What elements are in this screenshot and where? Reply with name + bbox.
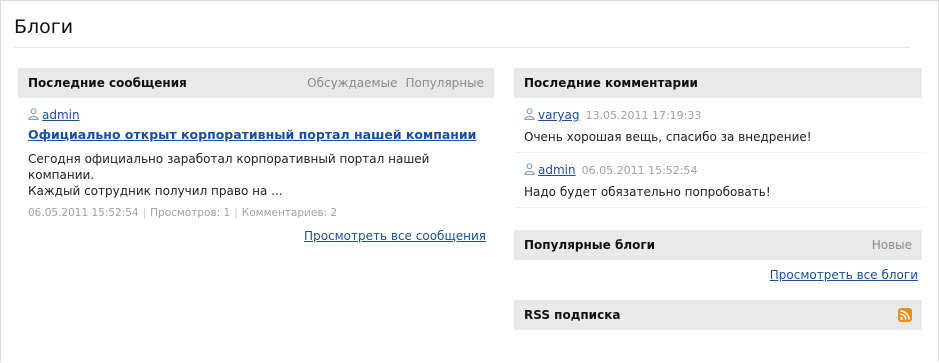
- right-column: Последние комментарии varyag 13.05.2011 1…: [514, 68, 922, 330]
- view-all-blogs-link[interactable]: Просмотреть все блоги: [770, 268, 918, 282]
- rss-heading: RSS подписка: [524, 308, 621, 322]
- user-icon: [524, 163, 535, 175]
- comment-author-link[interactable]: admin: [538, 163, 576, 177]
- tab-discussed[interactable]: Обсуждаемые: [307, 76, 397, 90]
- comment-date: 06.05.2011 15:52:54: [581, 164, 698, 177]
- latest-posts-header: Последние сообщения Обсуждаемые Популярн…: [18, 68, 494, 98]
- post-item: admin Официально открыт корпоративный по…: [18, 98, 494, 243]
- popular-blogs-tabs: Новые: [872, 238, 912, 252]
- post-title-link[interactable]: Официально открыт корпоративный портал н…: [28, 127, 486, 143]
- tab-new[interactable]: Новые: [872, 238, 912, 252]
- latest-posts-heading: Последние сообщения: [28, 76, 187, 90]
- page-title: Блоги: [14, 16, 74, 38]
- rss-icon[interactable]: [898, 308, 912, 322]
- latest-comments-heading: Последние комментарии: [524, 76, 698, 90]
- view-all-posts-row: Просмотреть все сообщения: [28, 229, 486, 243]
- comment-author-line: admin 06.05.2011 15:52:54: [524, 163, 912, 177]
- post-author-link[interactable]: admin: [42, 108, 80, 122]
- post-excerpt-line: Сегодня официально заработал корпоративн…: [28, 152, 430, 182]
- post-date: 06.05.2011 15:52:54: [28, 207, 139, 219]
- view-all-blogs-row: Просмотреть все блоги: [514, 268, 922, 282]
- tab-popular[interactable]: Популярные: [405, 76, 484, 90]
- comment-text: Надо будет обязательно попробовать!: [524, 185, 771, 199]
- post-meta: 06.05.2011 15:52:54 | Просмотров: 1 | Коммен…: [28, 207, 338, 219]
- comment-item: admin 06.05.2011 15:52:54 Надо будет обяз…: [514, 153, 922, 208]
- post-comments-count: Комментариев: 2: [241, 207, 338, 219]
- post-author-line: admin: [28, 108, 486, 122]
- comment-text: Очень хорошая вещь, спасибо за внедрение…: [524, 130, 812, 144]
- view-all-posts-link[interactable]: Просмотреть все сообщения: [304, 229, 486, 243]
- popular-blogs-heading: Популярные блоги: [524, 238, 656, 252]
- comment-date: 13.05.2011 17:19:33: [585, 109, 702, 122]
- post-excerpt-line: Каждый сотрудник получил право на ...: [28, 184, 283, 198]
- comment-author-line: varyag 13.05.2011 17:19:33: [524, 108, 912, 122]
- user-icon: [524, 108, 535, 120]
- user-icon: [28, 108, 39, 120]
- comment-author-link[interactable]: varyag: [538, 108, 579, 122]
- latest-comments-header: Последние комментарии: [514, 68, 922, 98]
- latest-posts-section: Последние сообщения Обсуждаемые Популярн…: [18, 68, 494, 243]
- title-divider: [14, 47, 910, 48]
- rss-header: RSS подписка: [514, 300, 922, 330]
- popular-blogs-header: Популярные блоги Новые: [514, 230, 922, 260]
- post-views: Просмотров: 1: [150, 207, 231, 219]
- comment-item: varyag 13.05.2011 17:19:33 Очень хорошая …: [514, 98, 922, 153]
- post-excerpt: Сегодня официально заработал корпоративн…: [28, 151, 486, 199]
- latest-posts-tabs: Обсуждаемые Популярные: [307, 76, 484, 90]
